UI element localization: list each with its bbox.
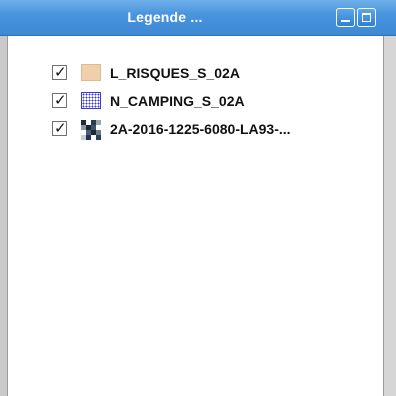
layer-label-risques: L_RISQUES_S_02A	[110, 65, 240, 81]
minimize-icon	[341, 20, 350, 22]
legend-item-risques[interactable]: ✓ L_RISQUES_S_02A	[52, 62, 382, 84]
checkmark-icon: ✓	[54, 91, 67, 109]
polygon-fill-swatch-icon	[81, 64, 101, 81]
minimize-button[interactable]	[336, 8, 355, 27]
raster-layer-icon	[81, 120, 101, 140]
checkmark-icon: ✓	[54, 63, 67, 81]
legend-item-raster[interactable]: ✓ 2A-2016-1225-6080-LA93-...	[52, 118, 382, 140]
window-title: Legende ...	[127, 9, 203, 25]
maximize-button[interactable]	[357, 8, 376, 27]
legend-panel: ✓ L_RISQUES_S_02A ✓ N_CAMPING_S_02A ✓ 2A…	[8, 36, 383, 396]
layer-visibility-checkbox-raster[interactable]: ✓	[52, 119, 67, 137]
title-bar[interactable]: Legende ...	[0, 0, 396, 36]
dotted-pattern-swatch-icon	[81, 92, 101, 109]
legend-item-camping[interactable]: ✓ N_CAMPING_S_02A	[52, 90, 382, 112]
layer-label-raster: 2A-2016-1225-6080-LA93-...	[110, 121, 291, 137]
window-left-border	[0, 36, 8, 396]
layer-visibility-checkbox-camping[interactable]: ✓	[52, 91, 67, 109]
window-right-border	[383, 36, 396, 396]
layer-label-camping: N_CAMPING_S_02A	[110, 93, 245, 109]
legend-window: Legende ... ✓ L_RISQUES_S_02A ✓ N_CAMPIN…	[0, 0, 396, 396]
checkmark-icon: ✓	[54, 119, 67, 137]
layer-visibility-checkbox-risques[interactable]: ✓	[52, 63, 67, 81]
maximize-icon	[362, 13, 371, 22]
